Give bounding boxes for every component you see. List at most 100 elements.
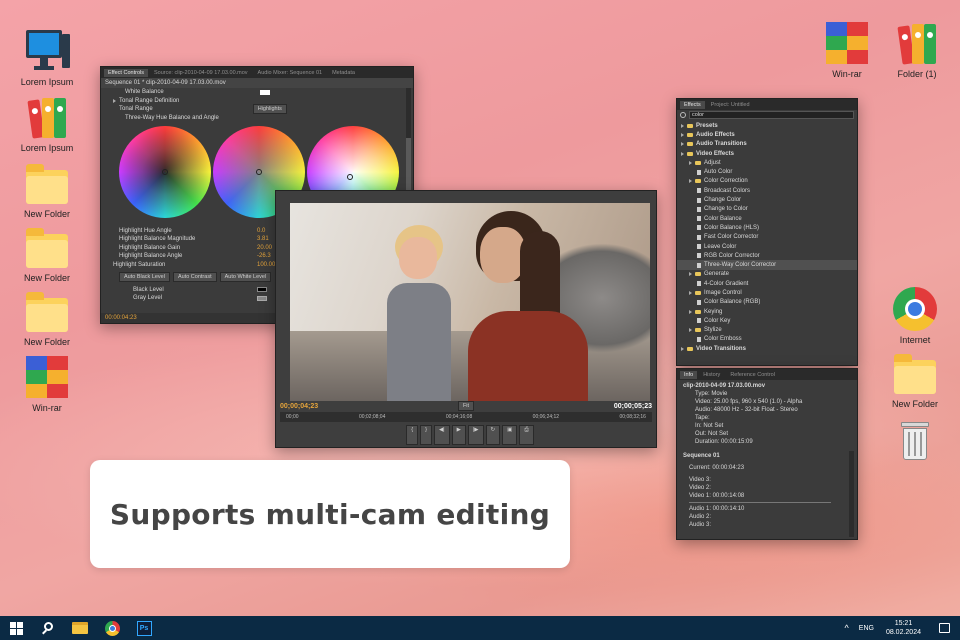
auto-contrast-button[interactable]: Auto Contrast — [172, 272, 217, 283]
effects-tree-item[interactable]: Three-Way Color Corrector — [677, 260, 857, 270]
highlight-balance-gain-value[interactable]: 20.00 — [257, 245, 272, 251]
highlight-saturation-value[interactable]: 100.00 — [257, 262, 275, 268]
desktop-icon-lorem-ipsum-binders[interactable]: Lorem Ipsum — [12, 94, 82, 153]
tab-source[interactable]: Source: clip-2010-04-09 17.03.00.mov — [150, 69, 252, 77]
effects-tree-item[interactable]: Auto Color — [677, 167, 857, 176]
highlight-balance-angle-value[interactable]: -26.3 — [257, 253, 271, 259]
effects-tree-item[interactable]: Leave Color — [677, 242, 857, 251]
tab-audio-mixer[interactable]: Audio Mixer: Sequence 01 — [254, 69, 327, 77]
info-scrollbar[interactable] — [849, 451, 854, 537]
current-timecode[interactable]: 00;00;04;23 — [280, 403, 318, 410]
effects-tree-folder[interactable]: Image Control — [677, 288, 857, 297]
expand-triangle-icon[interactable] — [689, 272, 692, 277]
highlight-balance-magnitude-value[interactable]: 3.81 — [257, 236, 269, 242]
shadows-color-wheel[interactable] — [119, 126, 211, 219]
tab-project[interactable]: Project: Untitled — [707, 101, 754, 109]
tab-metadata[interactable]: Metadata — [328, 69, 359, 77]
effects-tree-item[interactable]: Fast Color Corrector — [677, 233, 857, 242]
effects-tree-item[interactable]: Color Balance (RGB) — [677, 298, 857, 307]
effects-tree-item[interactable]: Color Balance (HLS) — [677, 223, 857, 232]
effect-file-icon — [697, 216, 701, 222]
taskbar-file-explorer[interactable] — [64, 616, 96, 640]
folder-icon — [24, 224, 70, 270]
effects-tree-folder[interactable]: Presets — [677, 121, 857, 130]
desktop-icon-winrar-left[interactable]: Win-rar — [12, 354, 82, 413]
tray-chevron-icon[interactable]: ^ — [845, 623, 849, 633]
effects-tree-folder[interactable]: Audio Transitions — [677, 140, 857, 149]
effects-tree-item[interactable]: Color Emboss — [677, 335, 857, 344]
mark-in-icon[interactable]: { — [406, 425, 419, 445]
export-frame-icon[interactable]: ⎙ — [519, 425, 534, 445]
expand-triangle-icon[interactable] — [689, 179, 692, 184]
desktop-icon-lorem-ipsum-computer[interactable]: Lorem Ipsum — [12, 28, 82, 87]
taskbar-chrome[interactable] — [96, 616, 128, 640]
effects-tree-item[interactable]: Broadcast Colors — [677, 186, 857, 195]
effects-tree-folder[interactable]: Adjust — [677, 158, 857, 167]
expand-triangle-icon[interactable] — [681, 132, 684, 137]
black-level-swatch[interactable] — [257, 287, 267, 293]
effects-tree-folder[interactable]: Stylize — [677, 326, 857, 335]
effects-tree-item[interactable]: Change Color — [677, 195, 857, 204]
expand-triangle-icon[interactable] — [681, 346, 684, 351]
effects-search-input[interactable] — [689, 111, 854, 119]
expand-triangle-icon[interactable] — [689, 328, 692, 333]
tonal-range-dropdown[interactable]: Highlights — [252, 104, 287, 115]
step-forward-icon[interactable]: |▶ — [467, 425, 484, 445]
monitor-ruler[interactable]: 00;00 00;02;08;04 00;04;16;08 00;06;24;1… — [280, 412, 652, 422]
effects-tree-item[interactable]: Color Key — [677, 316, 857, 325]
expand-triangle-icon[interactable] — [681, 151, 684, 156]
effect-controls-timecode[interactable]: 00:00:04:23 — [105, 315, 137, 321]
effect-file-icon — [697, 299, 701, 305]
effects-tree-folder[interactable]: Color Correction — [677, 177, 857, 186]
taskbar-search-button[interactable] — [32, 616, 64, 640]
effects-tree-label: Image Control — [704, 289, 742, 296]
expand-triangle-icon[interactable] — [689, 160, 692, 165]
mark-out-icon[interactable]: } — [420, 425, 432, 445]
desktop-icon-new-folder-2[interactable]: New Folder — [12, 224, 82, 283]
desktop-icon-new-folder-1[interactable]: New Folder — [12, 160, 82, 219]
effects-tree-folder[interactable]: Video Transitions — [677, 344, 857, 353]
start-button[interactable] — [0, 616, 32, 640]
tab-effects[interactable]: Effects — [680, 100, 705, 109]
effects-tree-folder[interactable]: Keying — [677, 307, 857, 316]
effects-tree-item[interactable]: Change to Color — [677, 205, 857, 214]
highlight-hue-angle-value[interactable]: 0.0 — [257, 228, 265, 234]
loop-icon[interactable]: ↻ — [485, 425, 501, 445]
clock[interactable]: 15:21 08.02.2024 — [886, 619, 921, 637]
auto-black-level-button[interactable]: Auto Black Level — [119, 272, 170, 283]
auto-white-level-button[interactable]: Auto White Level — [219, 272, 272, 283]
effects-tree-folder[interactable]: Audio Effects — [677, 130, 857, 139]
effects-tree-label: Video Transitions — [696, 345, 746, 352]
desktop-icon-winrar-right[interactable]: Win-rar — [812, 20, 882, 79]
play-icon[interactable]: ▶ — [451, 425, 466, 445]
expand-triangle-icon[interactable] — [689, 309, 692, 314]
notification-icon[interactable] — [939, 623, 950, 633]
desktop-icon-folder-1[interactable]: Folder (1) — [882, 20, 952, 79]
desktop-icon-new-folder-right[interactable]: New Folder — [880, 350, 950, 409]
info-detail: In: Not Set — [695, 423, 724, 429]
desktop-icon-label: Folder (1) — [897, 69, 937, 79]
tab-history[interactable]: History — [699, 371, 724, 379]
tab-effect-controls[interactable]: Effect Controls — [104, 68, 148, 77]
expand-triangle-icon[interactable] — [689, 290, 692, 295]
expand-triangle-icon[interactable] — [681, 123, 684, 128]
effects-tree-folder[interactable]: Video Effects — [677, 149, 857, 158]
language-indicator[interactable]: ENG — [859, 625, 874, 632]
gray-level-swatch[interactable] — [257, 295, 267, 301]
white-balance-swatch[interactable] — [259, 89, 270, 95]
effect-file-icon — [697, 244, 701, 249]
safe-margins-icon[interactable]: ▣ — [502, 425, 518, 445]
desktop-icon-internet[interactable]: Internet — [880, 286, 950, 345]
effects-tree-item[interactable]: RGB Color Corrector — [677, 251, 857, 260]
expand-triangle-icon[interactable] — [681, 142, 684, 147]
zoom-dropdown[interactable]: Fit — [457, 401, 475, 411]
desktop-icon-recycle-bin[interactable] — [880, 418, 950, 467]
effects-tree-item[interactable]: Color Balance — [677, 214, 857, 223]
tab-reference-control[interactable]: Reference Control — [726, 371, 779, 379]
tab-info[interactable]: Info — [680, 370, 698, 379]
desktop-icon-new-folder-3[interactable]: New Folder — [12, 288, 82, 347]
taskbar-photoshop[interactable]: Ps — [128, 616, 160, 640]
effects-tree-item[interactable]: 4-Color Gradient — [677, 279, 857, 288]
effects-tree-folder[interactable]: Generate — [677, 270, 857, 279]
step-back-icon[interactable]: ◀| — [433, 425, 450, 445]
